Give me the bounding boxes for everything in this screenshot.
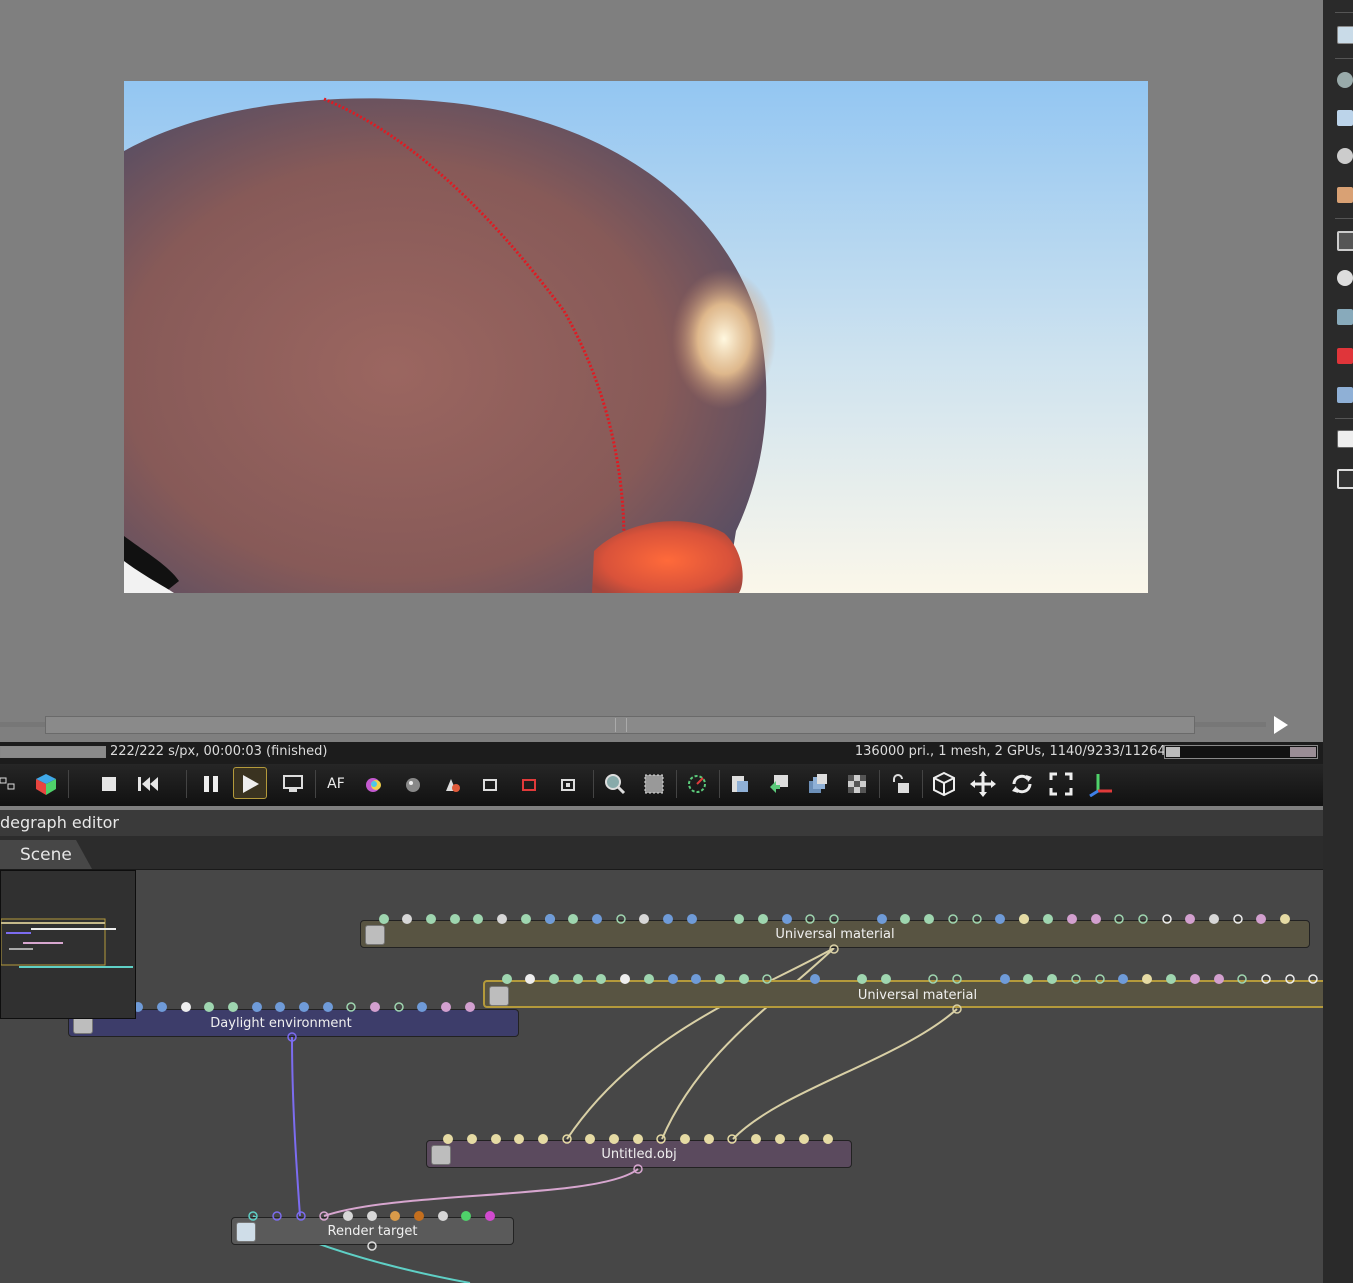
render-viewport[interactable] [0,0,1323,742]
lock-viewport-icon[interactable] [886,770,914,798]
copy-to-clipboard-icon[interactable] [726,770,754,798]
focus-picker-icon[interactable] [556,770,584,798]
node-output-pin[interactable] [285,1030,299,1044]
play-arrow-icon[interactable] [1274,716,1288,734]
node-input-pins[interactable] [360,912,1310,928]
render-progress-bar [0,746,106,758]
sidebar-separator [1335,12,1353,13]
node-title: Universal material [857,988,978,1003]
toolbar-separator [315,770,316,798]
node-output-pin[interactable] [365,1239,379,1253]
background-alpha-icon[interactable] [843,770,871,798]
animation-icon[interactable] [1337,270,1353,286]
tab-scene-label: Scene [20,845,72,865]
minimap-content [0,918,133,968]
postprocess-icon[interactable] [1337,309,1353,325]
object-cube-icon[interactable] [32,770,60,798]
node-input-pins[interactable] [245,1209,505,1225]
scrollbar-grip[interactable] [615,718,627,732]
film-settings-icon[interactable] [1337,231,1353,251]
toolbar-separator [186,770,187,798]
viewport-cube-icon[interactable] [930,770,958,798]
node-title: Untitled.obj [601,1147,677,1162]
light-icon[interactable] [1337,469,1353,489]
memory-usage-bar [1164,745,1318,759]
toolbar-separator [593,770,594,798]
world-axis-icon[interactable] [1086,770,1114,798]
rotate-icon[interactable] [1008,770,1036,798]
geometry-icon[interactable] [1337,187,1353,203]
node-input-pins[interactable] [130,1000,490,1016]
tab-scene[interactable]: Scene [0,840,92,869]
panel-title: degraph editor [0,810,1323,836]
render-layers-icon[interactable] [1337,387,1353,403]
environment-icon[interactable] [1337,110,1353,126]
sidebar-separator [1335,58,1353,59]
scale-icon[interactable] [1047,770,1075,798]
image-icon[interactable] [1337,430,1353,448]
toolbar-separator [676,770,677,798]
right-sidebar [1323,0,1353,1283]
film-region-icon[interactable] [640,770,668,798]
node-input-pins[interactable] [440,1132,840,1148]
memory-reserved-fill [1290,747,1316,757]
toolbar-separator [879,770,880,798]
node-output-pin[interactable] [631,1162,645,1176]
toolbar-separator [68,770,69,798]
recenter-view-icon[interactable] [279,770,307,798]
priority-icon[interactable] [683,770,711,798]
node-graph-canvas[interactable]: Universal material Universal material Da… [0,870,1323,1283]
sidebar-separator [1335,218,1353,219]
imager-icon[interactable] [1337,148,1353,164]
camera-icon[interactable] [1337,72,1353,88]
save-render-icon[interactable] [765,770,793,798]
autofocus-label: AF [327,776,345,792]
node-graph-minimap[interactable] [0,870,136,1019]
translate-icon[interactable] [969,770,997,798]
memory-used-fill [1166,747,1180,757]
node-input-pins[interactable] [483,972,1323,988]
node-title: Render target [327,1224,418,1239]
node-output-pin[interactable] [827,942,841,956]
node-output-pin[interactable] [950,1002,964,1016]
render-image[interactable] [124,81,1148,593]
material-picker-icon[interactable] [400,770,428,798]
render-viewport-icon[interactable] [1337,26,1353,44]
camera-target-picker-icon[interactable] [478,770,506,798]
clear-icon[interactable] [0,770,22,798]
render-region-icon[interactable] [601,770,629,798]
render-status-text: 222/222 s/px, 00:00:03 (finished) [110,744,328,759]
scene-stats-text: 136000 pri., 1 mesh, 2 GPUs, 1140/9233/1… [854,744,1190,759]
start-icon[interactable] [236,770,264,798]
white-balance-picker-icon[interactable] [517,770,545,798]
sidebar-separator [1335,418,1353,419]
object-picker-icon[interactable] [439,770,467,798]
toolbar-separator [922,770,923,798]
kernel-icon[interactable] [1337,348,1353,364]
color-picker-icon[interactable] [361,770,389,798]
autofocus-icon[interactable]: AF [322,770,350,798]
toolbar-separator [719,770,720,798]
node-title: Universal material [775,927,895,942]
pause-icon[interactable] [197,770,225,798]
stop-icon[interactable] [95,770,123,798]
restart-icon[interactable] [134,770,162,798]
export-passes-icon[interactable] [804,770,832,798]
tabs-bar [0,836,1323,870]
